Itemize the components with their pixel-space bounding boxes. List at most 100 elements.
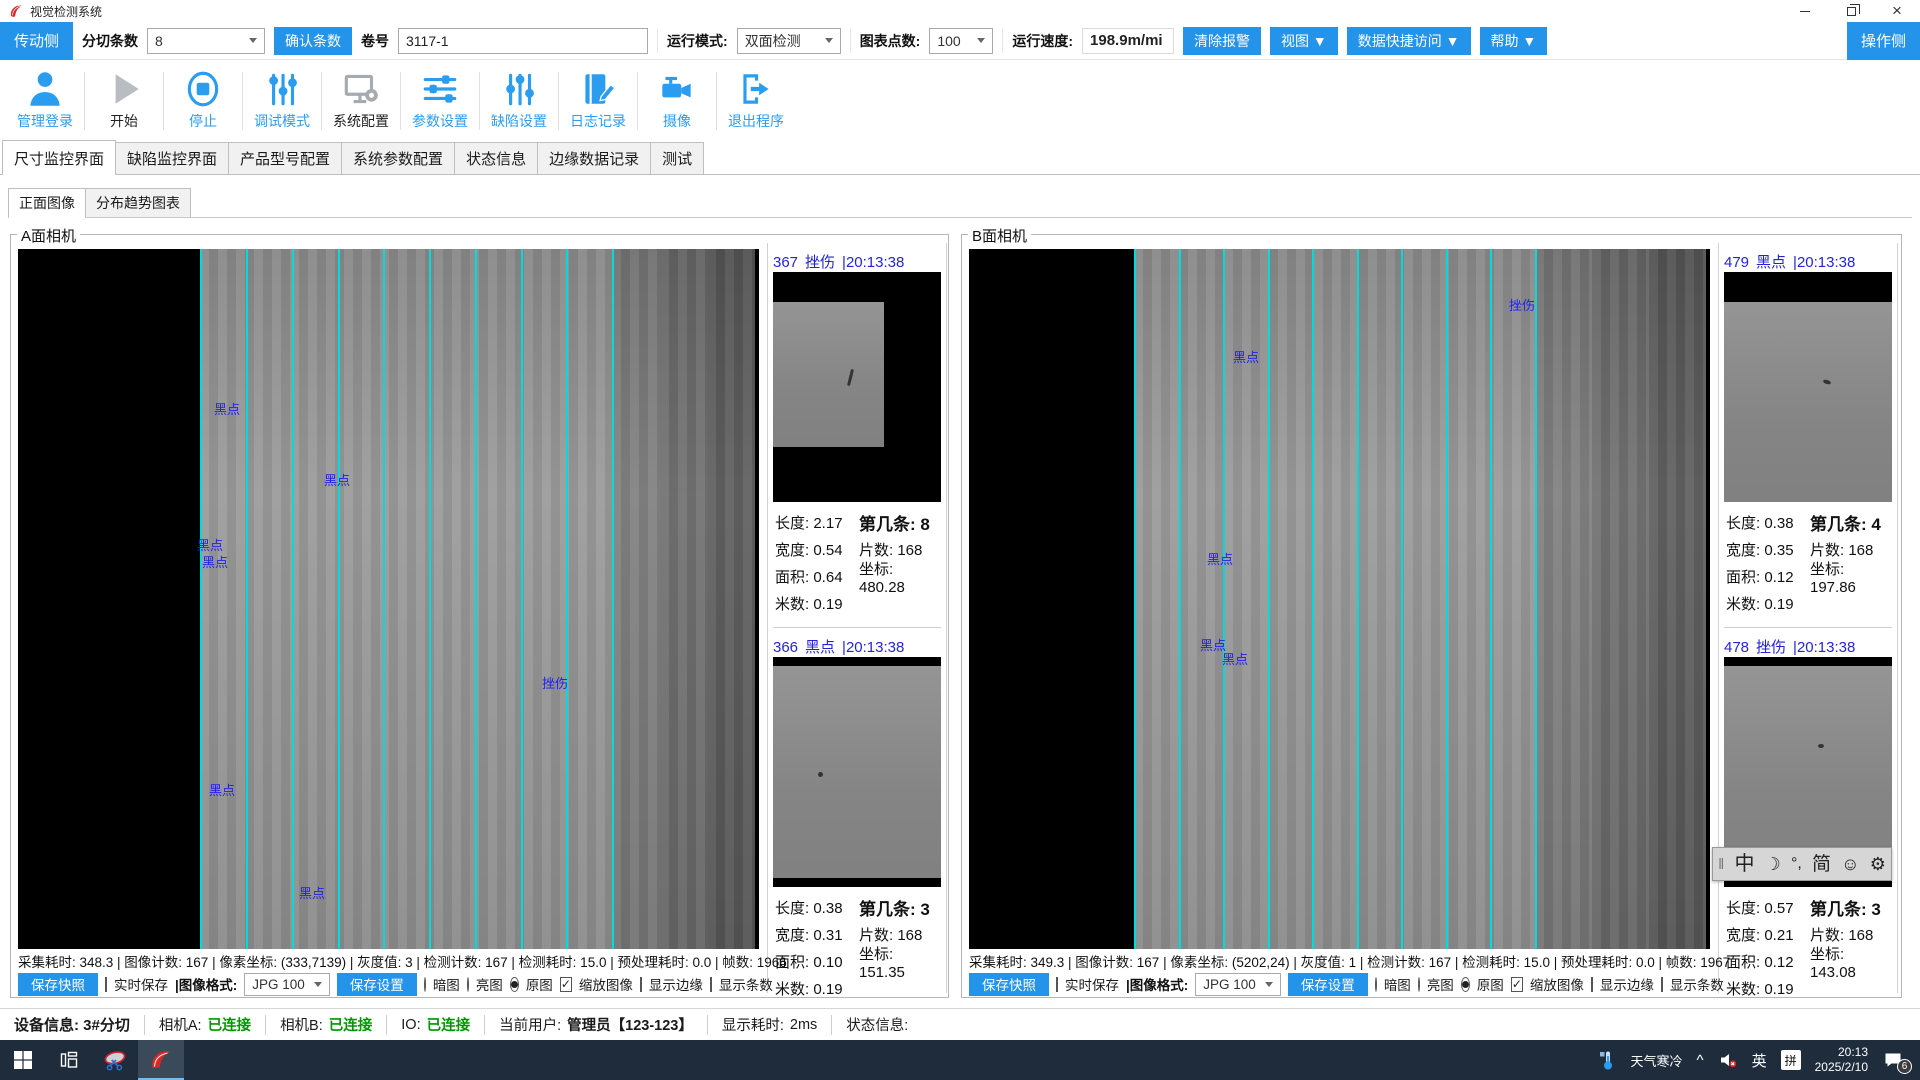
sliders-vertical-icon	[261, 68, 303, 110]
material-strip	[707, 249, 755, 949]
log-record-button[interactable]: 日志记录	[559, 68, 637, 131]
tab-size-monitor[interactable]: 尺寸监控界面	[2, 140, 116, 174]
notification-badge: 6	[1897, 1059, 1912, 1074]
save-snapshot-button[interactable]: 保存快照	[969, 973, 1049, 996]
time: 20:13	[1815, 1045, 1868, 1060]
dark-image-radio[interactable]	[424, 977, 426, 992]
zoom-image-checkbox[interactable]: ✓	[560, 977, 572, 992]
defect-label: 挫伤	[542, 673, 568, 692]
run-mode-select[interactable]: 双面检测	[737, 28, 841, 54]
original-image-radio[interactable]	[510, 977, 519, 992]
save-settings-button[interactable]: 保存设置	[337, 973, 417, 996]
confirm-count-button[interactable]: 确认条数	[274, 27, 352, 55]
save-snapshot-button[interactable]: 保存快照	[18, 973, 98, 996]
start-button[interactable]	[0, 1040, 46, 1080]
stop-button[interactable]: 停止	[164, 68, 242, 131]
material-strip	[200, 249, 612, 949]
ime-settings-gear-icon[interactable]: ⚙	[1870, 855, 1886, 873]
strip-boundary-line	[566, 249, 568, 949]
show-count-checkbox[interactable]	[1661, 977, 1663, 992]
dark-image-radio[interactable]	[1375, 977, 1377, 992]
vision-app-taskbar-item[interactable]	[138, 1040, 184, 1080]
image-format-label: |图像格式:	[1126, 974, 1188, 994]
minimize-button[interactable]	[1782, 0, 1828, 22]
restore-button[interactable]	[1828, 0, 1874, 22]
chart-points-select[interactable]: 100	[929, 28, 993, 54]
task-view-icon	[59, 1050, 79, 1070]
clock[interactable]: 20:13 2025/2/10	[1815, 1045, 1868, 1075]
camera-icon	[656, 68, 698, 110]
bright-image-radio[interactable]	[1418, 977, 1420, 992]
ime-emoji-button[interactable]: ☺	[1841, 855, 1859, 873]
roll-no-input[interactable]: 3117-1	[398, 28, 648, 54]
show-edge-checkbox[interactable]	[1591, 977, 1593, 992]
image-format-select[interactable]: JPG 100	[244, 973, 330, 996]
realtime-save-checkbox[interactable]	[105, 977, 107, 992]
original-image-radio[interactable]	[1461, 977, 1470, 992]
snipping-tool-taskbar-item[interactable]	[92, 1040, 138, 1080]
tab-system-param-config[interactable]: 系统参数配置	[341, 142, 455, 174]
strip-boundary-line	[521, 249, 523, 949]
tab-product-model-config[interactable]: 产品型号配置	[228, 142, 342, 174]
strip-boundary-line	[200, 249, 202, 949]
defect-label: 黑点	[202, 552, 228, 571]
parameter-settings-button[interactable]: 参数设置	[401, 68, 479, 131]
strip-boundary-line	[475, 249, 477, 949]
show-count-checkbox[interactable]	[710, 977, 712, 992]
thermometer-icon[interactable]	[1597, 1049, 1617, 1071]
bright-image-radio[interactable]	[467, 977, 469, 992]
tab-status-info[interactable]: 状态信息	[454, 142, 538, 174]
split-count-label: 分切条数	[82, 31, 138, 51]
drive-side-button[interactable]: 传动侧	[0, 22, 73, 60]
tab-defect-monitor[interactable]: 缺陷监控界面	[115, 142, 229, 174]
split-count-select[interactable]: 8	[147, 28, 265, 54]
ime-fullhalf-moon-icon[interactable]: ☽	[1765, 855, 1781, 873]
task-view-button[interactable]	[46, 1040, 92, 1080]
operate-side-button[interactable]: 操作侧	[1847, 22, 1920, 60]
tab-edge-data-record[interactable]: 边缘数据记录	[537, 142, 651, 174]
subtab-front-image[interactable]: 正面图像	[8, 188, 86, 217]
tab-test[interactable]: 测试	[650, 142, 704, 174]
clear-alarm-button[interactable]: 清除报警	[1183, 27, 1261, 55]
realtime-save-checkbox[interactable]	[1056, 977, 1058, 992]
defect-label: 黑点	[1207, 549, 1233, 568]
material-strip	[612, 249, 660, 949]
ime-punctuation-button[interactable]: °,	[1791, 856, 1802, 872]
view-menu-button[interactable]: 视图 ▼	[1270, 27, 1338, 55]
ime-mode-button[interactable]: 中	[1734, 854, 1754, 874]
capture-button[interactable]: 摄像	[638, 68, 716, 131]
defect-settings-button[interactable]: 缺陷设置	[480, 68, 558, 131]
current-user: 当前用户:管理员【123-123】	[485, 1015, 708, 1035]
show-edge-checkbox[interactable]	[640, 977, 642, 992]
ime-indicator[interactable]: 拼	[1781, 1050, 1801, 1070]
zoom-image-checkbox[interactable]: ✓	[1511, 977, 1523, 992]
tray-expand-chevron[interactable]: ^	[1697, 1052, 1704, 1069]
defect-entry: 367挫伤|20:13:38 长度: 2.17 第几条: 8 宽度: 0.54 …	[773, 251, 941, 628]
drag-handle-icon[interactable]: ‖	[1718, 856, 1724, 873]
defect-metrics: 长度: 0.57 第几条: 3 宽度: 0.21 片数: 168 面积: 0.1…	[1724, 887, 1892, 1012]
action-center-button[interactable]: 6	[1882, 1048, 1908, 1072]
ime-charset-button[interactable]: 简	[1812, 855, 1831, 874]
defect-header: 478挫伤|20:13:38	[1724, 636, 1892, 657]
save-settings-button[interactable]: 保存设置	[1288, 973, 1368, 996]
exit-program-button[interactable]: 退出程序	[717, 68, 795, 131]
io-connection: IO:已连接	[387, 1015, 485, 1035]
run-speed-value: 198.9m/mi	[1082, 28, 1174, 54]
language-indicator[interactable]: 英	[1752, 1050, 1767, 1071]
debug-mode-button[interactable]: 调试模式	[243, 68, 321, 131]
data-quick-access-button[interactable]: 数据快捷访问 ▼	[1347, 27, 1471, 55]
system-config-button[interactable]: 系统配置	[322, 68, 400, 131]
defect-entry: 366黑点|20:13:38 长度: 0.38 第几条: 3 宽度: 0.31 …	[773, 636, 941, 1013]
weather-text[interactable]: 天气寒冷	[1631, 1051, 1683, 1070]
help-menu-button[interactable]: 帮助 ▼	[1480, 27, 1548, 55]
close-button[interactable]: ×	[1874, 0, 1920, 22]
subtab-trend-chart[interactable]: 分布趋势图表	[85, 188, 191, 217]
admin-login-button[interactable]: 管理登录	[6, 68, 84, 131]
strip-boundary-line	[1268, 249, 1270, 949]
chevron-down-icon	[249, 38, 257, 43]
image-format-select[interactable]: JPG 100	[1195, 973, 1281, 996]
speaker-muted-icon[interactable]	[1718, 1050, 1738, 1070]
start-button[interactable]: 开始	[85, 68, 163, 131]
defect-header: 367挫伤|20:13:38	[773, 251, 941, 272]
status-info: 状态信息:	[832, 1015, 922, 1035]
